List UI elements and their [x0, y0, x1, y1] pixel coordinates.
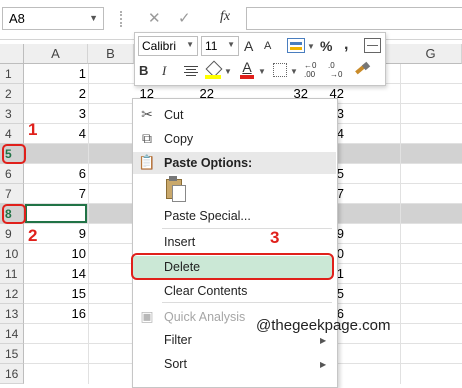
name-box[interactable]: A8 ▼	[2, 7, 104, 30]
chevron-down-icon[interactable]: ▼	[307, 42, 315, 51]
row-header-16[interactable]: 16	[0, 364, 24, 384]
submenu-arrow-icon: ▶	[320, 336, 327, 345]
percent-style-icon[interactable]: %	[320, 38, 332, 54]
cell-a13[interactable]: 16	[24, 304, 86, 324]
cell-a1[interactable]: 1	[24, 64, 86, 84]
scissors-icon: ✂	[141, 106, 153, 122]
row-header-2[interactable]: 2	[0, 84, 24, 104]
font-size-select[interactable]: 11 ▼	[201, 36, 239, 56]
row-header-3[interactable]: 3	[0, 104, 24, 124]
copy-icon: ⧉	[142, 130, 152, 146]
row-header-6[interactable]: 6	[0, 164, 24, 184]
decrease-decimal-icon[interactable]: .0 →0	[328, 61, 348, 81]
chevron-down-icon[interactable]: ▼	[258, 67, 266, 76]
grid-line	[400, 64, 401, 384]
chevron-down-icon[interactable]: ▼	[227, 40, 235, 49]
watermark-text: @thegeekpage.com	[256, 317, 391, 334]
decrease-font-size-icon[interactable]: A	[264, 40, 271, 52]
annotation-box-row-5	[2, 144, 26, 164]
accounting-format-icon[interactable]	[287, 38, 305, 53]
font-color-glyph: A	[242, 59, 252, 75]
menu-separator	[162, 228, 332, 229]
paste-clipboard-icon[interactable]	[164, 176, 186, 202]
borders-icon[interactable]	[273, 63, 287, 77]
fill-color-icon[interactable]	[205, 60, 223, 80]
clipboard-icon: 📋	[138, 154, 156, 170]
column-header-a[interactable]: A	[24, 44, 88, 64]
row-header-9[interactable]: 9	[0, 224, 24, 244]
row-header-11[interactable]: 11	[0, 264, 24, 284]
annotation-box-delete	[131, 253, 334, 280]
menu-item-cut[interactable]: Cut	[164, 108, 183, 122]
cancel-icon[interactable]: ✕	[148, 9, 161, 27]
row-header-14[interactable]: 14	[0, 324, 24, 344]
grid-line	[88, 64, 89, 384]
chevron-down-icon[interactable]: ▼	[89, 13, 98, 23]
annotation-step-2: 2	[28, 226, 38, 245]
row-header-1[interactable]: 1	[0, 64, 24, 84]
cell-a7[interactable]: 7	[24, 184, 86, 204]
center-align-icon[interactable]	[184, 65, 198, 77]
chevron-down-icon[interactable]: ▼	[224, 67, 232, 76]
format-painter-icon[interactable]	[352, 61, 372, 79]
menu-item-insert[interactable]: Insert	[164, 235, 195, 249]
select-all-corner[interactable]	[0, 44, 24, 64]
bold-button[interactable]: B	[139, 63, 148, 78]
cell-a11[interactable]: 14	[24, 264, 86, 284]
row-header-13[interactable]: 13	[0, 304, 24, 324]
menu-separator	[162, 302, 332, 303]
merge-center-icon[interactable]	[364, 38, 381, 53]
increase-font-size-icon[interactable]: A	[244, 38, 253, 54]
context-menu	[132, 98, 338, 388]
cell-a10[interactable]: 10	[24, 244, 86, 264]
annotation-step-3: 3	[270, 228, 280, 247]
font-name-select[interactable]: Calibri ▼	[138, 36, 198, 56]
annotation-step-1: 1	[28, 120, 38, 139]
column-header-b[interactable]: B	[88, 44, 134, 64]
menu-item-sort[interactable]: Sort	[164, 357, 187, 371]
font-name-value: Calibri	[142, 39, 177, 53]
menu-item-filter[interactable]: Filter	[164, 333, 192, 347]
insert-function-icon[interactable]: fx	[220, 9, 230, 25]
annotation-box-row-8	[2, 204, 26, 224]
row-header-4[interactable]: 4	[0, 124, 24, 144]
cell-a2[interactable]: 2	[24, 84, 86, 104]
row-header-15[interactable]: 15	[0, 344, 24, 364]
increase-decimal-icon[interactable]: ←0 .00	[304, 61, 324, 81]
menu-item-clear-contents[interactable]: Clear Contents	[164, 284, 247, 298]
chevron-down-icon[interactable]: ▼	[186, 40, 194, 49]
enter-icon[interactable]: ✓	[178, 9, 191, 27]
chevron-down-icon[interactable]: ▼	[290, 67, 298, 76]
font-color-icon[interactable]: A	[240, 60, 254, 80]
formula-bar-separator	[120, 11, 122, 27]
column-header-g[interactable]: G	[400, 44, 462, 64]
decrease-decimal-label: .0	[328, 61, 335, 70]
row-header-7[interactable]: 7	[0, 184, 24, 204]
comma-style-icon[interactable]: ,	[344, 36, 348, 54]
quick-analysis-icon: ▣	[140, 308, 154, 324]
submenu-arrow-icon: ▶	[320, 360, 327, 369]
italic-button[interactable]: I	[162, 63, 166, 79]
formula-input[interactable]	[246, 7, 462, 30]
row-header-12[interactable]: 12	[0, 284, 24, 304]
increase-decimal-label: .00	[304, 70, 316, 79]
cell-a6[interactable]: 6	[24, 164, 86, 184]
menu-item-copy[interactable]: Copy	[164, 132, 193, 146]
menu-item-quick-analysis: Quick Analysis	[164, 310, 246, 324]
cell-a12[interactable]: 15	[24, 284, 86, 304]
font-size-value: 11	[205, 39, 218, 53]
name-box-value: A8	[9, 11, 25, 26]
row-header-10[interactable]: 10	[0, 244, 24, 264]
paste-options-header: Paste Options:	[164, 156, 253, 170]
active-cell-a8[interactable]	[25, 204, 87, 223]
menu-item-paste-special[interactable]: Paste Special...	[164, 209, 251, 223]
